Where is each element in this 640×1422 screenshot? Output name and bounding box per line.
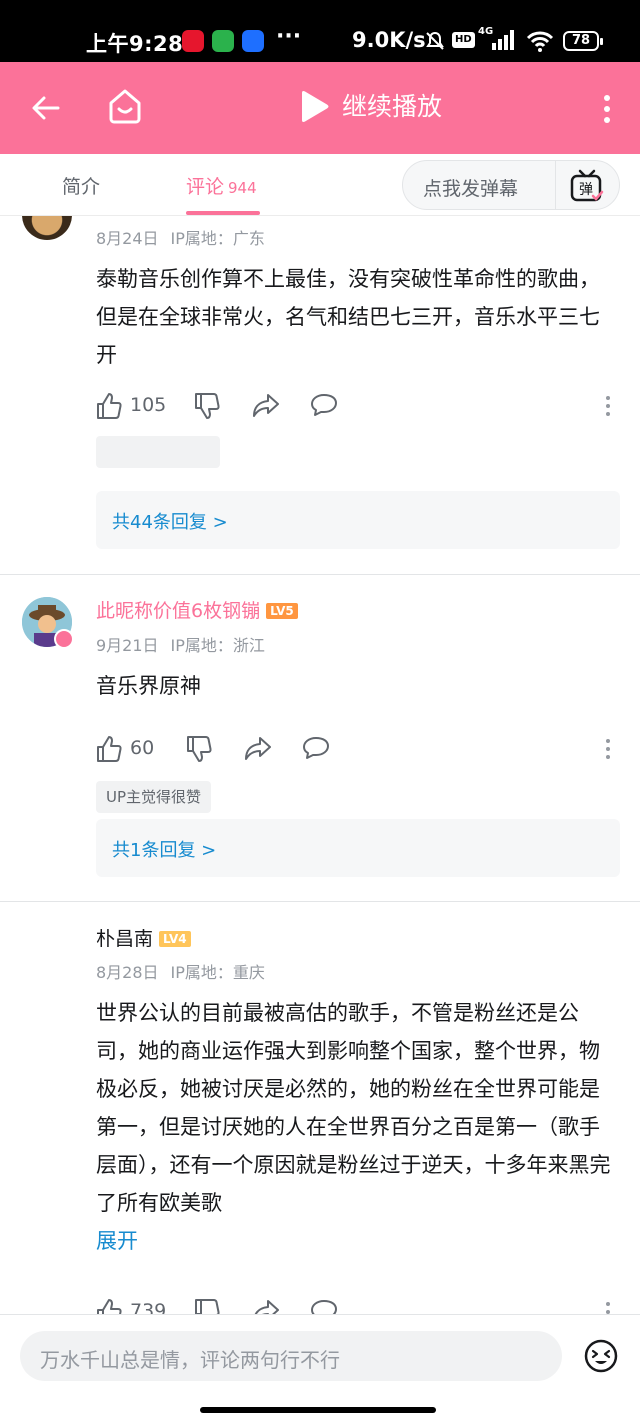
play-icon[interactable] [298, 90, 330, 124]
comment-date: 9月21日 [96, 636, 159, 655]
up-liked-badge: UP主觉得很赞 [96, 781, 212, 813]
username-text[interactable]: 朴昌南 [96, 928, 153, 950]
divider [0, 901, 640, 902]
replies-count-link[interactable]: 共1条回复 > [112, 836, 216, 862]
active-tab-indicator [186, 211, 260, 215]
comment-ip: IP属地：重庆 [170, 963, 265, 982]
comment-meta: 8月28日 IP属地：重庆 [96, 959, 265, 983]
reply-icon[interactable] [302, 735, 330, 761]
network-type: 4G [478, 26, 494, 37]
danmaku-placeholder: 点我发弹幕 [423, 178, 519, 200]
emoji-icon[interactable] [584, 1339, 618, 1373]
replies-expander[interactable]: 共44条回复 > [96, 491, 620, 549]
replies-expander[interactable]: 共1条回复 > [96, 819, 620, 877]
comment-ip: IP属地：广东 [170, 229, 265, 248]
tab-intro[interactable]: 简介 [62, 172, 100, 199]
comment-username[interactable]: 此昵称价值6枚钢镚 LV5 [96, 596, 298, 623]
comment-username[interactable]: 朴昌南 LV4 [96, 924, 191, 951]
comment-meta: 8月24日 IP属地：广东 [96, 225, 265, 249]
danmaku-separator [555, 161, 556, 209]
danmaku-input[interactable]: 点我发弹幕 弹 [402, 160, 620, 210]
like-count: 105 [130, 394, 167, 416]
comment-ip: IP属地：浙江 [170, 636, 265, 655]
comment-date: 8月28日 [96, 963, 159, 982]
signal-icon [492, 30, 514, 50]
back-arrow-icon[interactable] [30, 92, 62, 124]
mute-bell-icon [426, 31, 444, 50]
reply-icon[interactable] [310, 392, 338, 418]
hd-badge: HD [452, 32, 475, 48]
comment-actions: 60 [96, 735, 620, 765]
divider [0, 574, 640, 575]
like-icon[interactable] [96, 1298, 122, 1314]
level-badge: LV5 [266, 603, 298, 619]
danmaku-toggle-icon[interactable]: 弹 [569, 168, 605, 204]
avatar-badge [54, 629, 74, 649]
video-top-bar: 继续播放 [0, 62, 640, 154]
share-icon[interactable] [244, 735, 272, 761]
replies-count-link[interactable]: 共44条回复 > [112, 508, 228, 534]
comment-text: 泰勒音乐创作算不上最佳，没有突破性革命性的歌曲，但是在全球非常火，名气和结巴七三… [96, 267, 600, 367]
share-icon[interactable] [252, 392, 280, 418]
status-time: 上午9:28 [86, 32, 184, 56]
tab-comments-count: 944 [228, 179, 257, 197]
dislike-icon[interactable] [194, 392, 220, 420]
share-icon[interactable] [252, 1298, 280, 1314]
tab-comments[interactable]: 评论 944 [186, 172, 257, 199]
comment-actions: 105 [96, 392, 620, 422]
comment-input[interactable]: 万水千山总是情，评论两句行不行 [20, 1331, 562, 1381]
avatar[interactable] [22, 216, 72, 240]
level-badge: LV4 [159, 931, 191, 947]
comment-text: 世界公认的目前最被高估的歌手，不管是粉丝还是公司，她的商业运作强大到影响整个国家… [96, 994, 616, 1260]
home-icon[interactable] [106, 87, 144, 125]
comment-more-icon[interactable] [602, 394, 614, 418]
status-bar: 上午9:28 ··· 9.0K/s HD 4G 78 [0, 0, 640, 62]
reply-icon[interactable] [310, 1298, 338, 1314]
dislike-icon[interactable] [186, 735, 212, 763]
expand-link[interactable]: 展开 [96, 1222, 616, 1260]
home-indicator[interactable] [200, 1407, 436, 1413]
comment-list[interactable]: 8月24日 IP属地：广东 泰勒音乐创作算不上最佳，没有突破性革命性的歌曲，但是在… [0, 216, 640, 1314]
wifi-icon [526, 31, 554, 52]
like-count: 60 [130, 737, 155, 759]
svg-text:弹: 弹 [579, 182, 593, 198]
weibo-app-icon [182, 30, 204, 52]
like-icon[interactable] [96, 392, 122, 420]
up-badge-blurred [96, 436, 220, 468]
comment-meta: 9月21日 IP属地：浙江 [96, 632, 265, 656]
comment-text: 音乐界原神 [96, 674, 201, 698]
more-notifications-icon: ··· [276, 24, 302, 49]
like-count: 739 [130, 1300, 167, 1314]
comment-more-icon[interactable] [602, 1300, 614, 1314]
more-vertical-icon[interactable] [596, 92, 618, 126]
tab-bar: 简介 评论 944 点我发弹幕 弹 [0, 154, 640, 216]
browser-app-icon [242, 30, 264, 52]
username-text[interactable]: 此昵称价值6枚钢镚 [96, 600, 260, 622]
comment-more-icon[interactable] [602, 737, 614, 761]
comment-text-content: 世界公认的目前最被高估的歌手，不管是粉丝还是公司，她的商业运作强大到影响整个国家… [96, 1001, 611, 1215]
comment-input-bar: 万水千山总是情，评论两句行不行 [0, 1314, 640, 1422]
dislike-icon[interactable] [194, 1298, 220, 1314]
comment-actions: 739 [96, 1298, 620, 1314]
like-icon[interactable] [96, 735, 122, 763]
continue-play-button[interactable]: 继续播放 [342, 90, 442, 124]
network-speed: 9.0K/s [352, 28, 426, 52]
comment-input-placeholder: 万水千山总是情，评论两句行不行 [40, 1348, 340, 1372]
finance-app-icon [212, 30, 234, 52]
tab-comments-label: 评论 [186, 176, 225, 198]
battery-indicator: 78 [563, 31, 603, 51]
comment-date: 8月24日 [96, 229, 159, 248]
